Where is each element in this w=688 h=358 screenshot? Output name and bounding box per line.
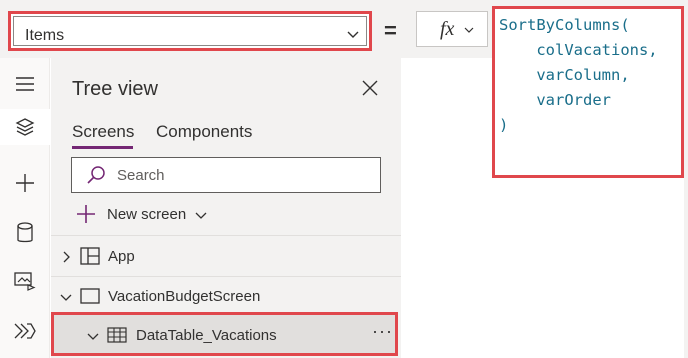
chevron-down-icon[interactable] [59,290,73,304]
database-icon[interactable] [7,215,43,251]
tree-view-layers-icon[interactable] [0,109,50,145]
hamburger-menu-icon[interactable] [7,66,43,102]
property-dropdown[interactable]: Items [8,11,372,51]
equals-sign: = [384,18,397,43]
divider [51,276,401,277]
chevron-down-icon [347,31,359,38]
screen-icon [80,288,100,304]
fx-icon: fx [440,18,455,40]
search-icon [87,166,105,184]
tree-node-datatable[interactable]: DataTable_Vacations ··· [51,312,398,356]
tree-node-screen[interactable]: VacationBudgetScreen [51,280,401,312]
tree-node-label: App [108,248,135,265]
active-tab-indicator [72,146,133,149]
fx-button[interactable]: fx [416,11,488,47]
close-icon[interactable] [361,79,379,97]
chevron-down-icon [464,27,474,33]
formula-editor[interactable]: SortByColumns( colVacations, varColumn, … [492,6,684,178]
formula-text[interactable]: SortByColumns( colVacations, varColumn, … [499,13,658,138]
chevron-down-icon [195,212,207,219]
table-icon [107,327,127,343]
tab-screens[interactable]: Screens [72,122,134,142]
divider [51,235,401,236]
power-automate-icon[interactable] [7,313,43,349]
property-value: Items [25,27,65,44]
chevron-right-icon[interactable] [59,250,73,264]
search-placeholder: Search [117,167,165,184]
tree-node-label: DataTable_Vacations [136,327,277,344]
tree-node-label: VacationBudgetScreen [108,288,261,305]
plus-icon [77,205,95,223]
left-rail [0,58,50,358]
chevron-down-icon[interactable] [86,329,100,343]
media-icon[interactable] [7,263,43,299]
canvas-area [401,58,492,358]
app-icon [80,247,100,265]
search-input[interactable]: Search [71,157,381,193]
property-dropdown-field[interactable]: Items [13,16,367,46]
new-screen-label: New screen [107,206,187,223]
formula-scroll-edge [684,0,688,358]
insert-plus-icon[interactable] [7,165,43,201]
tree-node-app[interactable]: App [51,240,401,272]
panel-title: Tree view [72,78,158,100]
tab-components[interactable]: Components [156,122,252,142]
more-options-icon[interactable]: ··· [372,321,393,342]
